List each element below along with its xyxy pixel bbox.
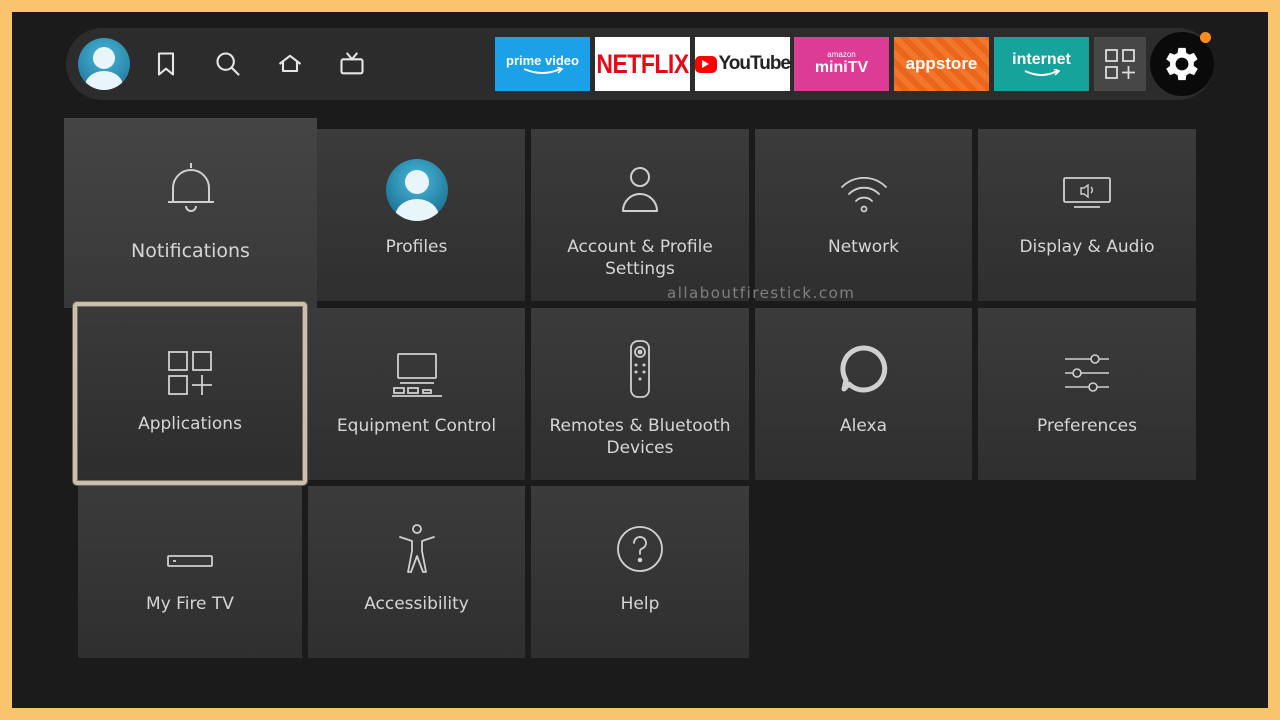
- amazon-minitv-app[interactable]: amazon miniTV: [794, 37, 889, 91]
- settings-tile-label: Display & Audio: [1019, 237, 1155, 257]
- settings-tile-display-audio[interactable]: Display & Audio: [978, 129, 1196, 301]
- remote-icon: [531, 340, 749, 398]
- internet-browser-app[interactable]: internet: [994, 37, 1089, 91]
- settings-tile-label: Equipment Control: [336, 416, 497, 436]
- tv-equipment-icon: [308, 346, 525, 404]
- settings-tile-help[interactable]: Help: [531, 486, 749, 658]
- accessibility-icon: [308, 520, 525, 578]
- settings-tile-profiles[interactable]: Profiles: [308, 129, 525, 301]
- settings-tile-label: Preferences: [1037, 416, 1137, 436]
- prime-video-logo-text: prime video: [506, 53, 579, 68]
- settings-tile-label: Network: [828, 237, 899, 257]
- gear-icon: [1166, 47, 1198, 81]
- help-icon: [531, 520, 749, 578]
- settings-tile-accessibility[interactable]: Accessibility: [308, 486, 525, 658]
- profile-avatar-icon: [308, 159, 525, 221]
- fire-tv-settings-screen: prime video NETFLIX YouTube amazon miniT…: [12, 12, 1268, 708]
- settings-tile-network[interactable]: Network: [755, 129, 972, 301]
- youtube-play-icon: [695, 55, 717, 73]
- minitv-logo-text: miniTV: [814, 59, 869, 76]
- person-icon: [531, 161, 749, 219]
- settings-tile-label: Account & Profile Settings: [567, 237, 713, 279]
- settings-tile-alexa[interactable]: Alexa: [755, 308, 972, 480]
- sliders-icon: [978, 344, 1196, 402]
- minitv-amazon-text: amazon: [827, 50, 856, 59]
- settings-tile-preferences[interactable]: Preferences: [978, 308, 1196, 480]
- avatar-body: [85, 71, 123, 90]
- settings-tile-equipment-control[interactable]: Equipment Control: [308, 308, 525, 480]
- amazon-smile-icon: [523, 67, 563, 74]
- internet-logo-text: internet: [1012, 51, 1071, 68]
- display-audio-icon: [978, 163, 1196, 221]
- settings-tile-label: Alexa: [840, 416, 887, 436]
- search-icon[interactable]: [214, 50, 242, 78]
- live-tv-icon[interactable]: [338, 50, 366, 78]
- settings-tile-notifications[interactable]: Notifications: [64, 118, 317, 308]
- top-navigation-bar: prime video NETFLIX YouTube amazon miniT…: [66, 28, 1214, 100]
- settings-tile-remotes-bluetooth[interactable]: Remotes & Bluetooth Devices: [531, 308, 749, 480]
- settings-tile-label: Accessibility: [364, 594, 469, 614]
- netflix-app[interactable]: NETFLIX: [595, 37, 690, 91]
- amazon-smile-icon: [1024, 69, 1060, 76]
- appstore-app[interactable]: appstore: [894, 37, 989, 91]
- settings-tile-label: Help: [620, 594, 660, 614]
- settings-tile-label: Applications: [138, 414, 242, 434]
- settings-tile-label: Notifications: [131, 240, 250, 262]
- watermark-text: allaboutfirestick.com: [667, 284, 856, 302]
- appstore-logo-text: appstore: [905, 54, 978, 73]
- all-apps-button[interactable]: [1094, 37, 1146, 91]
- wifi-icon: [755, 165, 972, 223]
- settings-tile-applications[interactable]: Applications: [73, 302, 307, 485]
- netflix-logo-text: NETFLIX: [596, 48, 689, 79]
- alexa-ring-icon: [755, 340, 972, 398]
- prime-video-app[interactable]: prime video: [495, 37, 590, 91]
- notification-dot: [1200, 32, 1211, 43]
- avatar-head: [93, 47, 115, 69]
- settings-tile-label: Profiles: [385, 237, 448, 257]
- youtube-app[interactable]: YouTube: [695, 37, 791, 91]
- home-icon[interactable]: [276, 50, 304, 78]
- settings-tile-label: My Fire TV: [146, 594, 234, 614]
- apps-grid-icon: [77, 344, 303, 402]
- settings-tile-label: Remotes & Bluetooth Devices: [549, 416, 731, 458]
- settings-tile-account-profile-settings[interactable]: Account & Profile Settings: [531, 129, 749, 301]
- profile-avatar[interactable]: [78, 38, 130, 90]
- fire-tv-stick-icon: [78, 532, 302, 590]
- youtube-logo-text: YouTube: [718, 53, 791, 74]
- bell-icon: [64, 158, 317, 216]
- apps-grid-icon: [1105, 49, 1135, 79]
- bookmark-icon[interactable]: [152, 50, 180, 78]
- settings-tile-my-fire-tv[interactable]: My Fire TV: [78, 486, 302, 658]
